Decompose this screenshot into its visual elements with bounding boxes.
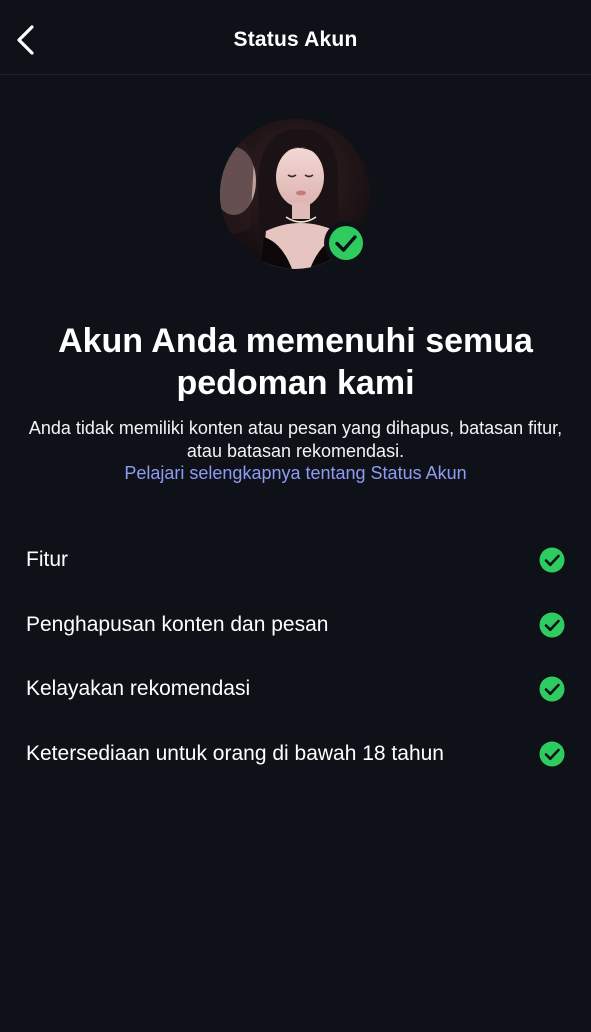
page-title: Status Akun bbox=[233, 28, 358, 51]
check-circle-icon bbox=[539, 547, 565, 573]
learn-more-link[interactable]: Pelajari selengkapnya tentang Status Aku… bbox=[20, 462, 571, 485]
status-item-label: Kelayakan rekomendasi bbox=[26, 677, 251, 701]
status-item-fitur[interactable]: Fitur bbox=[0, 528, 591, 593]
status-item-recommendation-eligibility[interactable]: Kelayakan rekomendasi bbox=[0, 657, 591, 722]
status-item-label: Penghapusan konten dan pesan bbox=[26, 612, 329, 636]
status-list: Fitur Penghapusan konten dan pesan Kelay… bbox=[0, 528, 591, 786]
verified-badge bbox=[324, 221, 368, 265]
status-item-content-removal[interactable]: Penghapusan konten dan pesan bbox=[0, 593, 591, 658]
check-circle-icon bbox=[539, 741, 565, 767]
status-item-under-18-availability[interactable]: Ketersediaan untuk orang di bawah 18 tah… bbox=[0, 722, 591, 787]
status-description: Anda tidak memiliki konten atau pesan ya… bbox=[28, 418, 563, 461]
status-item-label: Fitur bbox=[26, 548, 68, 572]
check-circle-icon bbox=[329, 226, 363, 260]
check-circle-icon bbox=[539, 676, 565, 702]
status-item-label: Ketersediaan untuk orang di bawah 18 tah… bbox=[26, 741, 444, 765]
status-headline: Akun Anda memenuhi semua pedoman kami bbox=[58, 322, 533, 402]
top-bar: Status Akun bbox=[0, 0, 591, 75]
profile-avatar-container bbox=[220, 119, 370, 269]
check-circle-icon bbox=[539, 612, 565, 638]
